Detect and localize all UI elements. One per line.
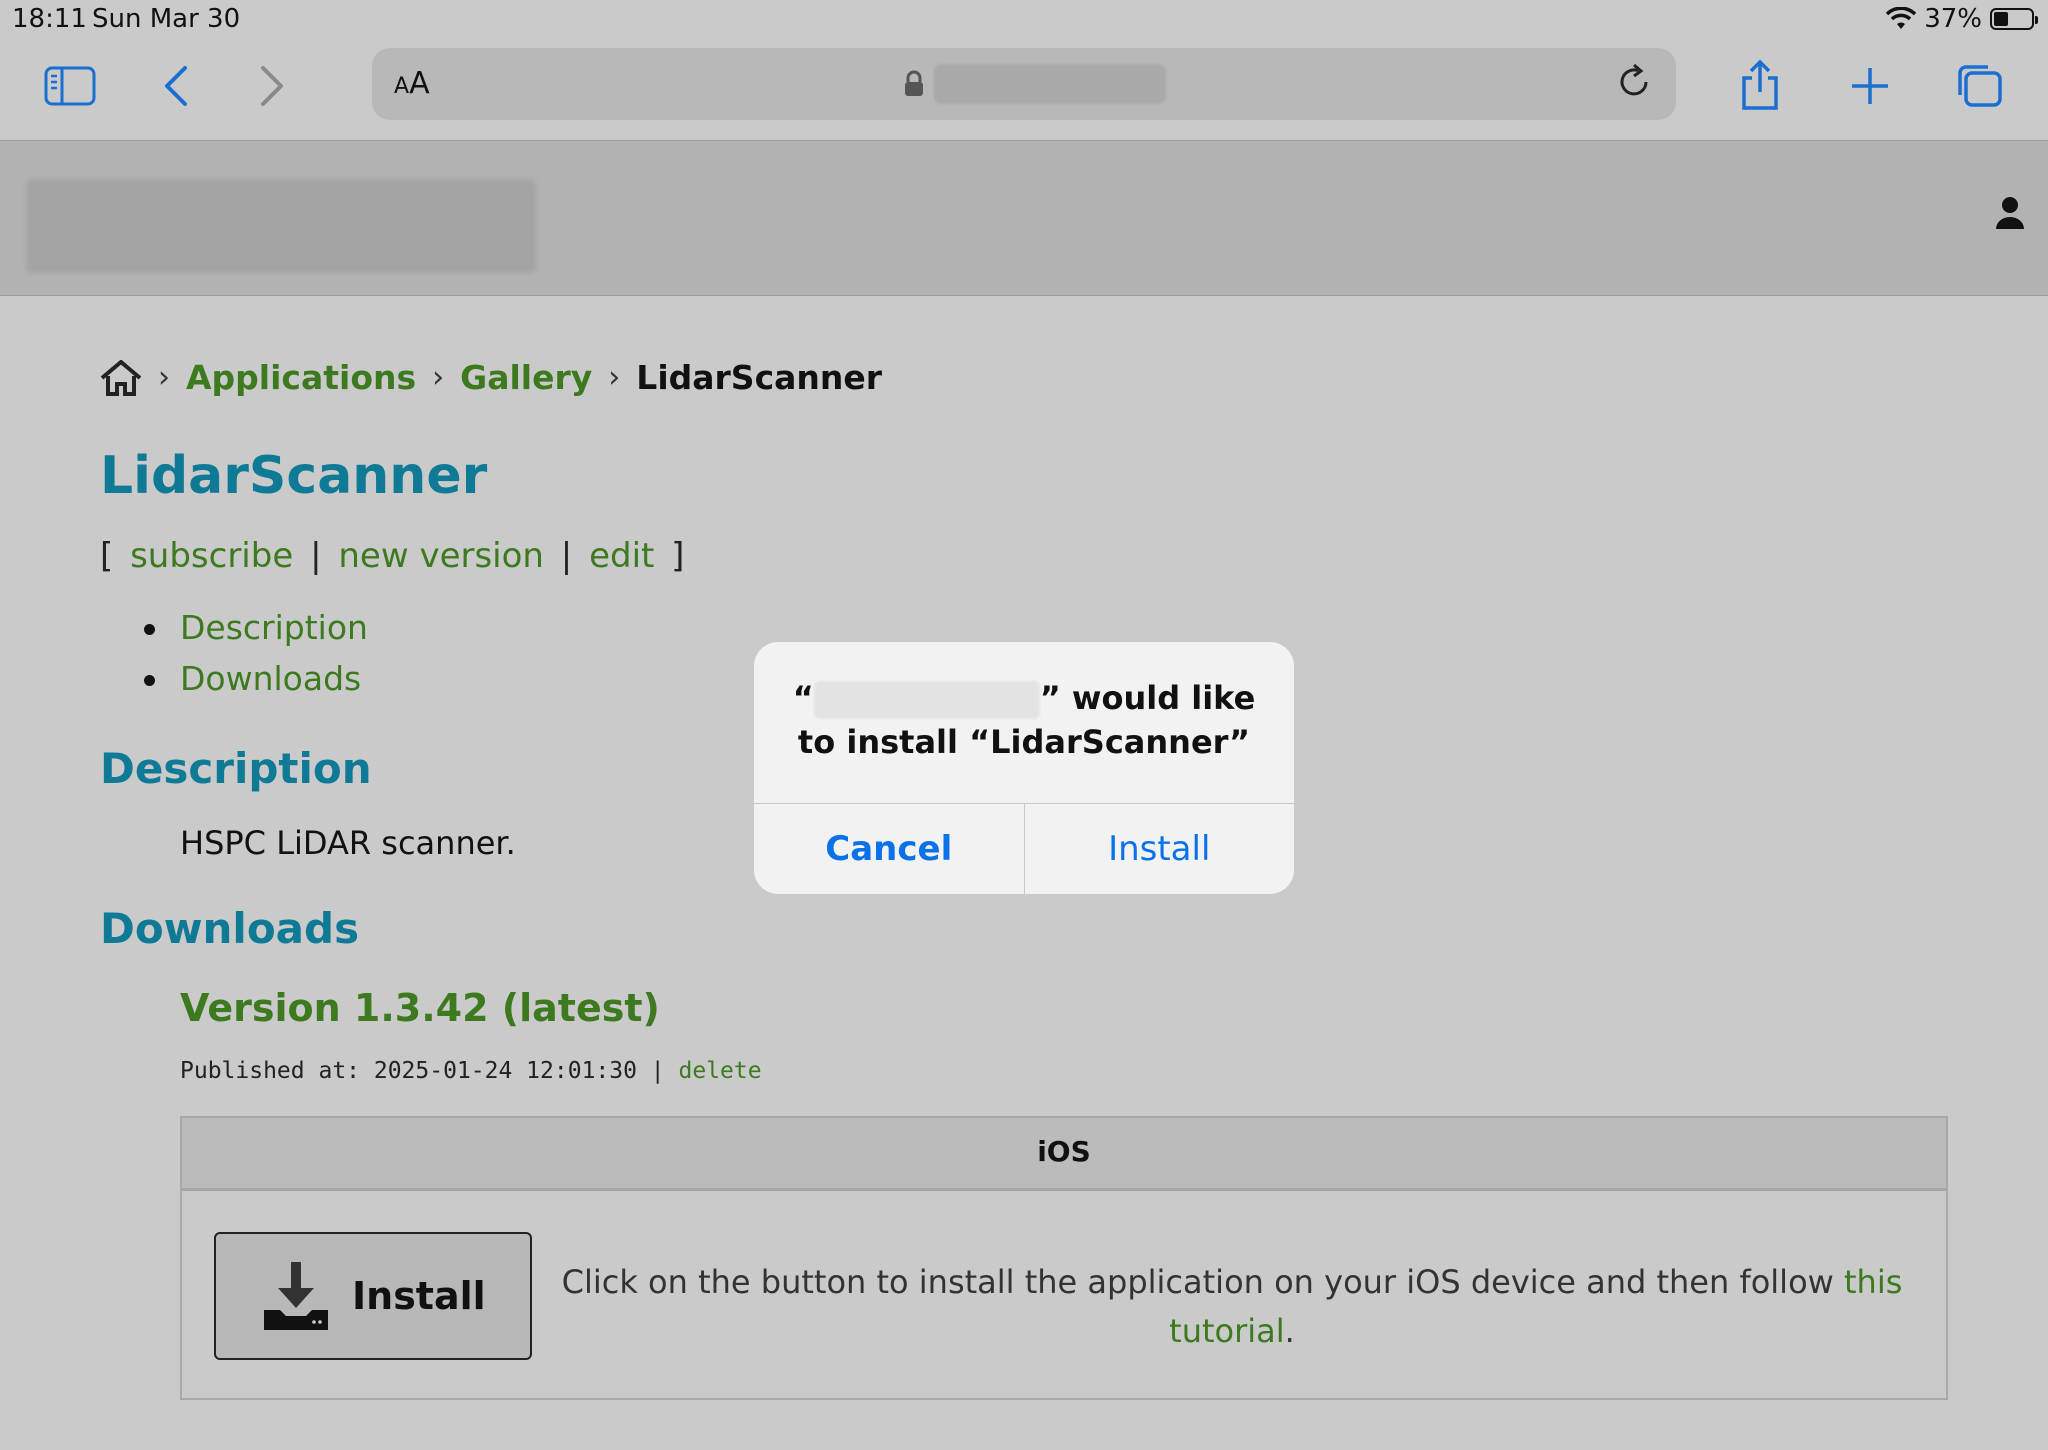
status-time: 18:11: [12, 4, 87, 34]
bracket: ]: [671, 536, 685, 576]
breadcrumb-applications[interactable]: Applications: [186, 358, 416, 397]
version-heading: Version 1.3.42 (latest): [180, 986, 660, 1030]
url-text-redacted: [934, 64, 1166, 104]
install-instructions: Click on the button to install the appli…: [552, 1258, 1912, 1356]
breadcrumb-current: LidarScanner: [636, 358, 883, 397]
back-icon[interactable]: [146, 56, 206, 116]
install-dialog: “” would like to install “LidarScanner” …: [754, 642, 1294, 894]
new-tab-icon[interactable]: [1840, 56, 1900, 116]
breadcrumb-gallery[interactable]: Gallery: [460, 358, 592, 397]
published-date: Published at: 2025-01-24 12:01:30 |: [180, 1058, 665, 1084]
platform-header: iOS: [182, 1118, 1946, 1191]
edit-link[interactable]: edit: [589, 536, 654, 576]
dialog-buttons: Cancel Install: [754, 804, 1294, 894]
install-button[interactable]: Install: [214, 1232, 532, 1360]
dialog-install-button[interactable]: Install: [1025, 804, 1295, 894]
site-header: [0, 140, 2048, 296]
status-bar: 18:11 Sun Mar 30 37%: [0, 0, 2048, 42]
description-heading: Description: [100, 744, 372, 793]
sidebar-toggle-icon[interactable]: [40, 56, 100, 116]
instruction-text: Click on the button to install the appli…: [561, 1263, 1834, 1301]
breadcrumb-separator: ›: [608, 360, 621, 395]
battery-icon: [1990, 8, 2038, 30]
status-date: Sun Mar 30: [92, 4, 241, 34]
install-button-label: Install: [352, 1274, 486, 1318]
status-right: 37%: [1886, 4, 2038, 34]
reload-icon[interactable]: [1614, 62, 1654, 102]
user-icon[interactable]: [1994, 195, 2026, 231]
toc-description-link[interactable]: Description: [144, 608, 368, 647]
breadcrumb-separator: ›: [432, 360, 445, 395]
separator: |: [560, 536, 573, 576]
forward-icon[interactable]: [242, 56, 302, 116]
downloads-heading: Downloads: [100, 904, 360, 953]
address-bar[interactable]: AA: [372, 48, 1676, 120]
bracket: [: [100, 536, 114, 576]
period: .: [1284, 1312, 1295, 1350]
battery-percent: 37%: [1924, 4, 1982, 34]
site-logo-redacted[interactable]: [26, 179, 536, 273]
breadcrumb-separator: ›: [158, 360, 170, 395]
site-name-redacted: [813, 681, 1040, 719]
breadcrumb: › Applications › Gallery › LidarScanner: [100, 358, 882, 397]
published-info: Published at: 2025-01-24 12:01:30 | dele…: [180, 1058, 762, 1084]
description-text: HSPC LiDAR scanner.: [180, 824, 516, 862]
table-of-contents: Description Downloads: [144, 608, 368, 710]
dialog-cancel-button[interactable]: Cancel: [754, 804, 1025, 894]
reader-options-button[interactable]: AA: [394, 66, 430, 101]
subscribe-link[interactable]: subscribe: [130, 536, 293, 576]
delete-link[interactable]: delete: [679, 1058, 762, 1084]
download-icon: [264, 1262, 328, 1330]
dialog-message: “” would like to install “LidarScanner”: [754, 642, 1294, 804]
dialog-quote: “: [792, 679, 814, 717]
separator: |: [310, 536, 322, 576]
page-title: LidarScanner: [100, 446, 488, 506]
toc-downloads-link[interactable]: Downloads: [144, 659, 368, 698]
lock-icon: [905, 70, 923, 96]
downloads-table: iOS Install Click on the button to insta…: [180, 1116, 1948, 1400]
share-icon[interactable]: [1730, 56, 1790, 116]
app-actions: [ subscribe | new version | edit ]: [100, 536, 684, 576]
home-icon[interactable]: [100, 359, 142, 396]
tabs-overview-icon[interactable]: [1950, 56, 2010, 116]
new-version-link[interactable]: new version: [338, 536, 544, 576]
wifi-icon: [1886, 7, 1917, 29]
